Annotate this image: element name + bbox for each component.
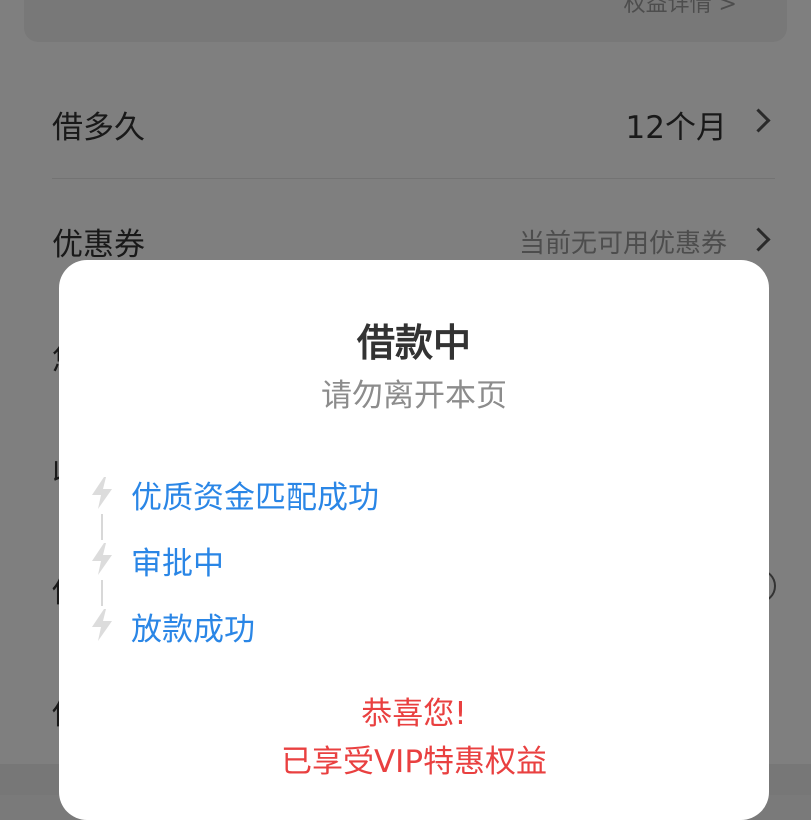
step-item: 放款成功 xyxy=(89,602,749,648)
step-item: 优质资金匹配成功 xyxy=(89,470,749,516)
lightning-icon xyxy=(92,477,112,509)
loan-progress-dialog: 借款中 请勿离开本页 优质资金匹配成功 审批中 放款成功 恭喜您! 已享受VIP… xyxy=(59,260,769,820)
progress-steps: 优质资金匹配成功 审批中 放款成功 xyxy=(89,470,749,648)
dialog-title: 借款中 xyxy=(356,321,471,365)
lightning-icon xyxy=(92,609,112,641)
step-label: 优质资金匹配成功 xyxy=(131,480,379,516)
step-item: 审批中 xyxy=(89,536,749,582)
step-label: 审批中 xyxy=(131,546,224,582)
vip-benefit-line: 已享受VIP特惠权益 xyxy=(280,744,548,780)
dialog-subtitle: 请勿离开本页 xyxy=(321,378,507,414)
congrats-line: 恭喜您! xyxy=(361,696,467,732)
lightning-icon xyxy=(92,543,112,575)
step-label: 放款成功 xyxy=(131,612,255,648)
